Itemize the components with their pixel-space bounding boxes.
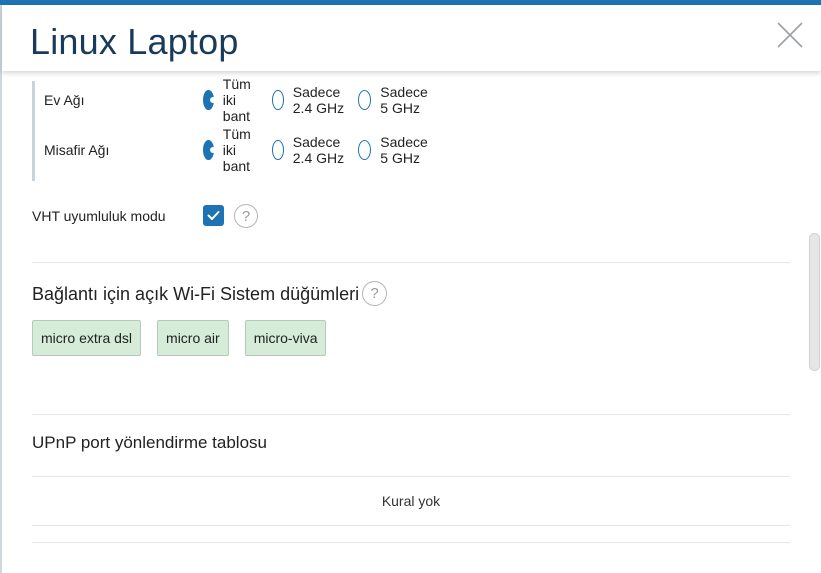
radio-label: Tüm iki bant <box>222 76 251 124</box>
band-row-label: Ev Ağı <box>44 92 85 108</box>
radio-button[interactable] <box>358 90 372 110</box>
radio-option-both-bands[interactable]: Tüm iki bant <box>203 76 260 124</box>
mesh-node-list: micro extra dsl micro air micro-viva <box>32 320 342 356</box>
close-icon <box>777 22 803 48</box>
mesh-nodes-title: Bağlantı için açık Wi-Fi Sistem düğümler… <box>32 284 360 304</box>
section-divider <box>32 262 790 263</box>
dialog-title: Linux Laptop <box>30 21 239 62</box>
mesh-node-tag[interactable]: micro air <box>157 320 229 356</box>
vht-mode-checkbox[interactable] <box>203 205 224 226</box>
close-button[interactable] <box>774 19 806 51</box>
radio-label: Sadece 5 GHz <box>380 134 428 166</box>
radio-label: Sadece 5 GHz <box>380 84 428 116</box>
radio-label: Sadece 2.4 GHz <box>292 134 345 166</box>
band-radio-group: Tüm iki bant Sadece 2.4 GHz Sadece 5 GHz <box>203 76 447 124</box>
vht-mode-label: VHT uyumluluk modu <box>32 208 166 224</box>
radio-button[interactable] <box>272 90 284 110</box>
dialog-content: Ev Ağı Tüm iki bant Sadece 2.4 GHz Sadec… <box>0 71 821 573</box>
table-top-border <box>32 476 790 477</box>
dialog-header: Linux Laptop <box>2 5 821 71</box>
section-divider <box>32 542 790 543</box>
table-bottom-border <box>32 525 790 526</box>
radio-option-24ghz[interactable]: Sadece 2.4 GHz <box>272 84 348 116</box>
scrollbar-thumb[interactable] <box>809 233 820 371</box>
vht-help-icon[interactable]: ? <box>234 204 258 228</box>
upnp-table-title: UPnP port yönlendirme tablosu <box>32 433 267 452</box>
section-divider <box>32 414 790 415</box>
radio-button[interactable] <box>203 90 216 110</box>
radio-button[interactable] <box>203 140 216 160</box>
mesh-node-tag[interactable]: micro extra dsl <box>32 320 142 356</box>
upnp-empty-message: Kural yok <box>381 493 441 509</box>
checkmark-icon <box>207 211 220 220</box>
radio-option-5ghz[interactable]: Sadece 5 GHz <box>358 84 434 116</box>
radio-option-5ghz[interactable]: Sadece 5 GHz <box>358 134 434 166</box>
radio-button[interactable] <box>272 140 284 160</box>
radio-button[interactable] <box>358 140 372 160</box>
band-row-label: Misafir Ağı <box>44 142 110 158</box>
radio-option-24ghz[interactable]: Sadece 2.4 GHz <box>272 134 348 166</box>
band-group-indicator <box>32 81 35 181</box>
mesh-node-tag[interactable]: micro-viva <box>244 320 327 356</box>
radio-label: Tüm iki bant <box>222 126 251 174</box>
radio-label: Sadece 2.4 GHz <box>292 84 345 116</box>
radio-option-both-bands[interactable]: Tüm iki bant <box>203 126 260 174</box>
mesh-help-icon[interactable]: ? <box>362 281 387 306</box>
band-radio-group: Tüm iki bant Sadece 2.4 GHz Sadece 5 GHz <box>203 126 447 174</box>
